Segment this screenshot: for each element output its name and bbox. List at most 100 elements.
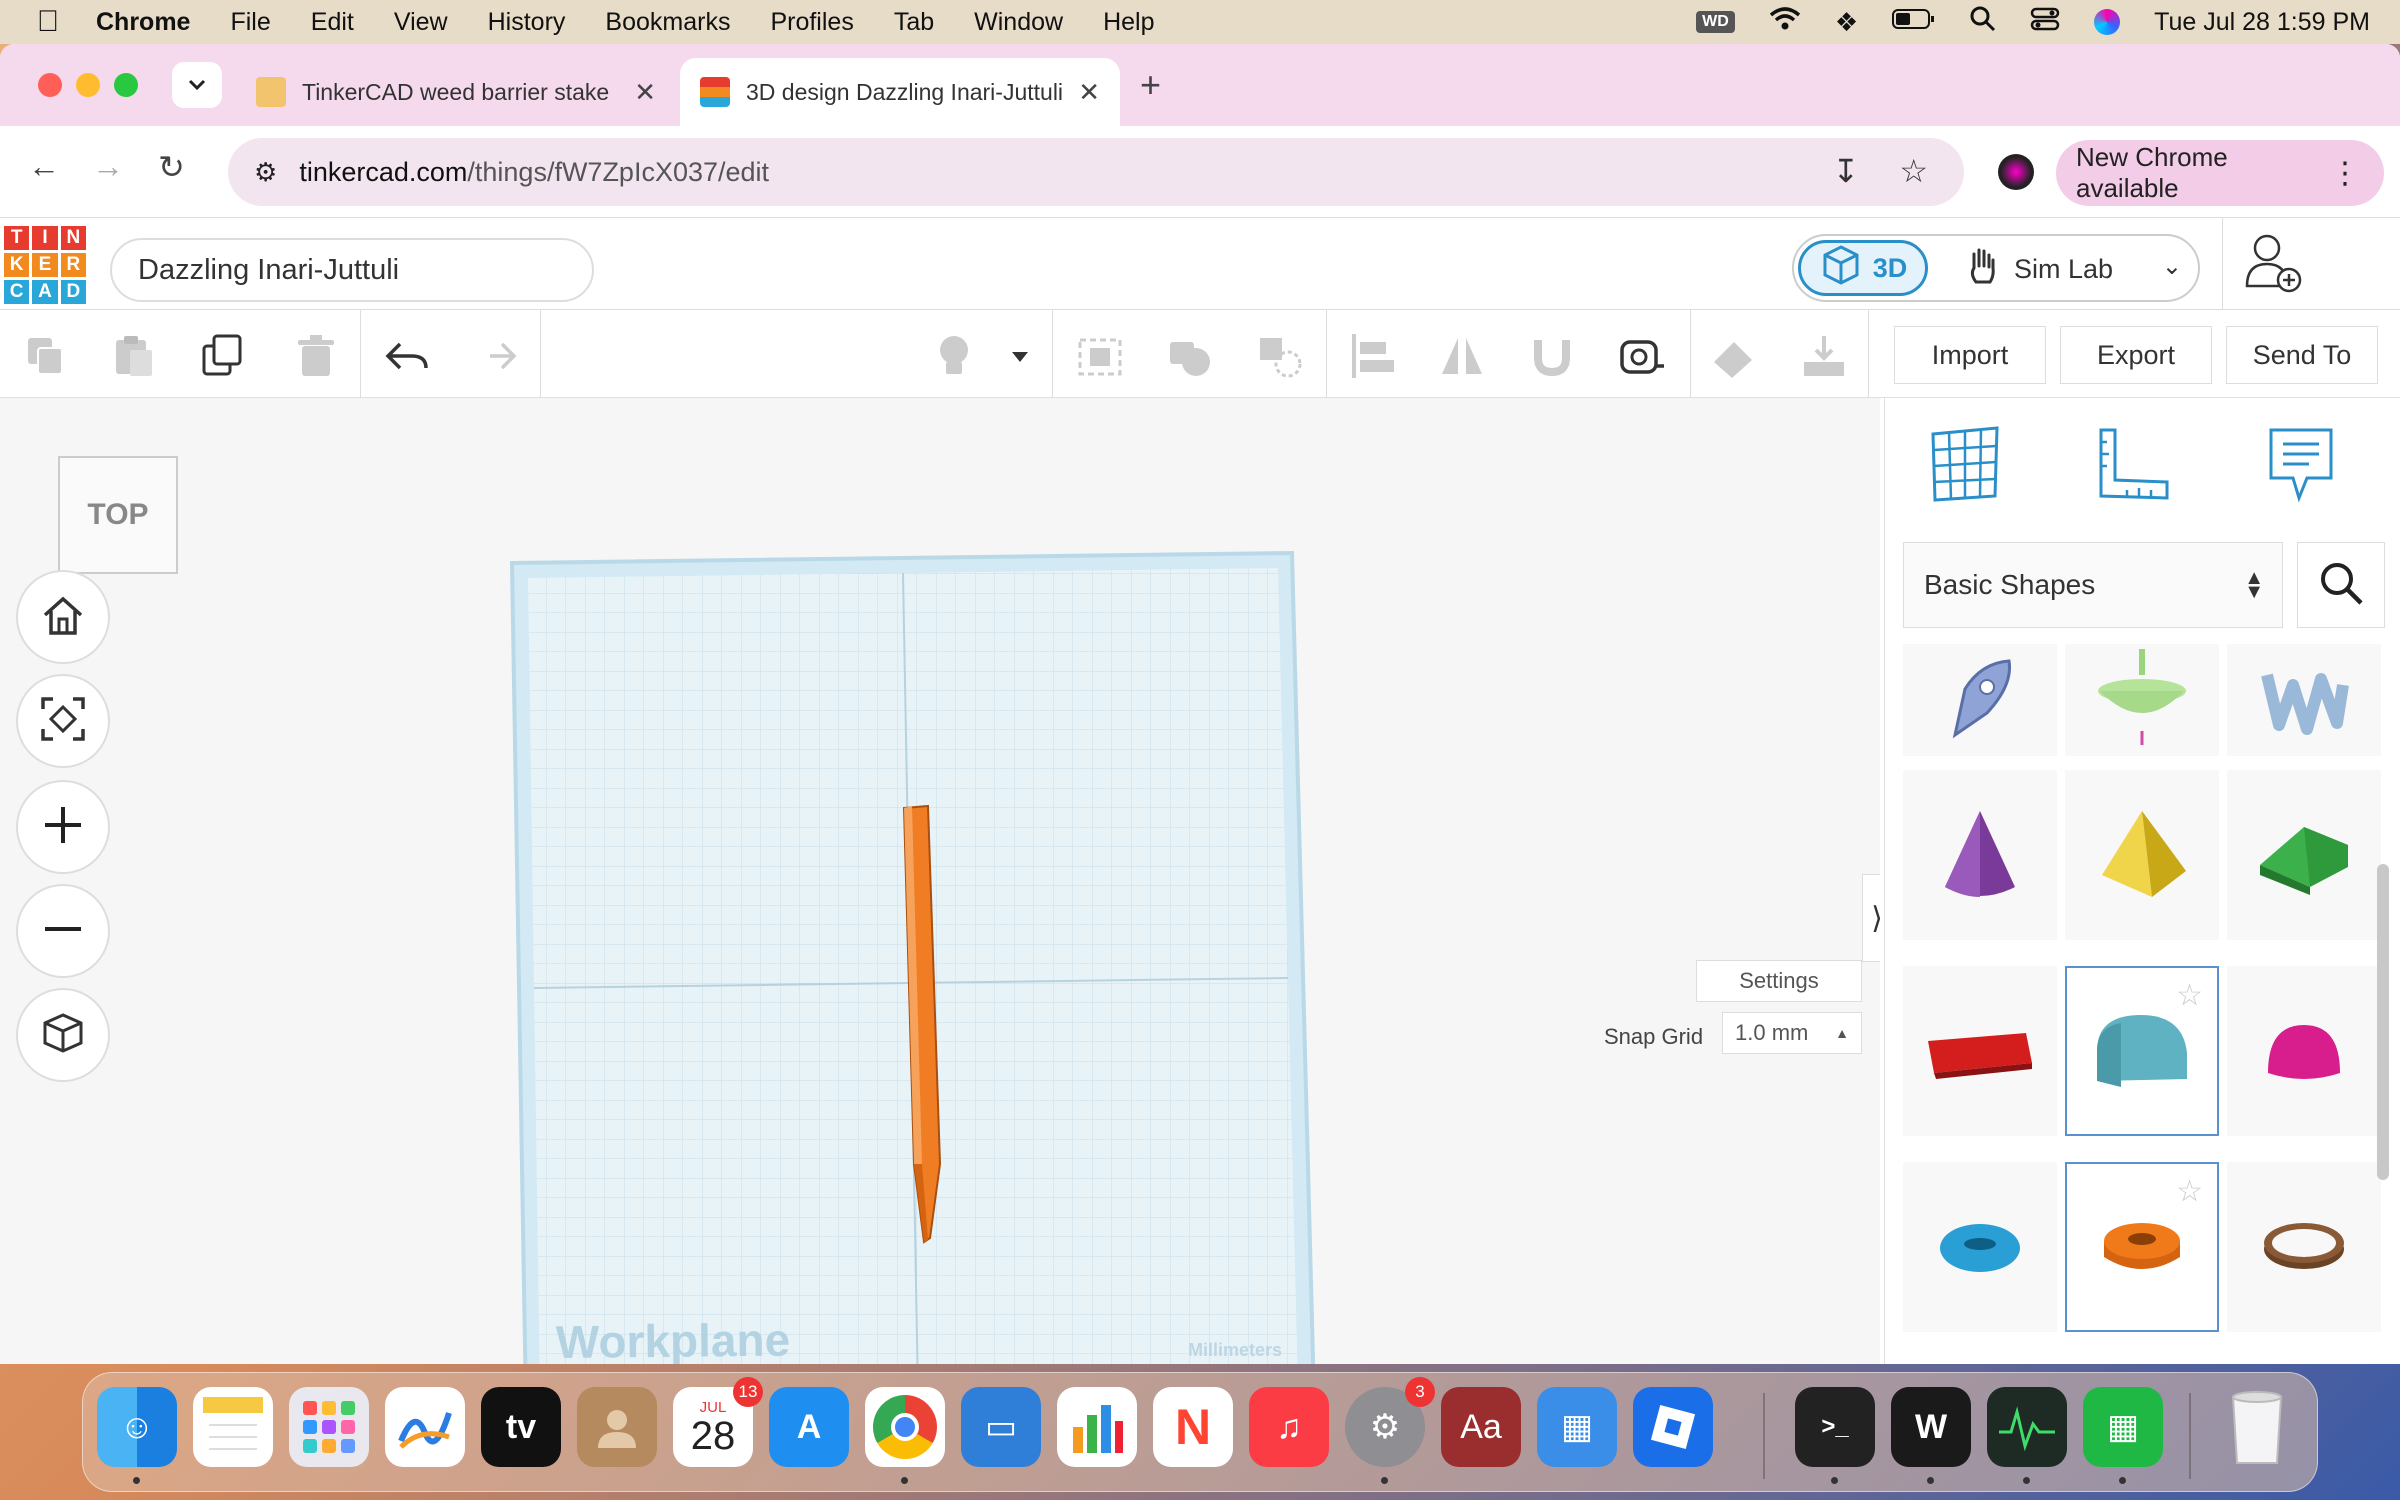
shape-tile-text[interactable] <box>1903 966 2057 1136</box>
app-store-icon[interactable]: A <box>769 1387 849 1467</box>
mirror-icon[interactable] <box>1438 332 1486 380</box>
copy-icon[interactable] <box>22 332 70 380</box>
perspective-toggle-button[interactable] <box>16 988 110 1082</box>
menu-app-name[interactable]: Chrome <box>96 8 190 37</box>
workplane-viewport[interactable]: Workplane Millimeters TOP Settings Snap … <box>0 398 1880 1364</box>
numbers-sheet-icon[interactable]: ▦ <box>2083 1387 2163 1467</box>
ungroup-icon[interactable] <box>1166 332 1214 380</box>
finder-icon[interactable]: ☺ <box>97 1387 177 1467</box>
more-menu-icon[interactable]: ⋮ <box>2330 156 2360 191</box>
dropdown-triangle-icon[interactable] <box>1008 332 1056 380</box>
notes-app-icon[interactable] <box>193 1387 273 1467</box>
menu-window[interactable]: Window <box>974 8 1063 37</box>
align-icon[interactable] <box>1348 332 1396 380</box>
window-close-button[interactable] <box>38 73 62 97</box>
shape-tile-wave-text[interactable] <box>2227 644 2381 756</box>
battery-icon[interactable] <box>1892 8 1936 37</box>
import-button[interactable]: Import <box>1894 326 2046 384</box>
menu-help[interactable]: Help <box>1103 8 1154 37</box>
install-app-icon[interactable]: ↧ <box>1833 152 1860 190</box>
user-profile-button[interactable] <box>2222 218 2322 310</box>
undo-icon[interactable] <box>382 332 430 380</box>
bookmark-star-icon[interactable]: ☆ <box>1899 152 1928 190</box>
shape-tile-half-cylinder[interactable]: ☆ <box>2065 966 2219 1136</box>
collapse-panel-button[interactable]: ⟩ <box>1862 874 1880 962</box>
workplane-canvas[interactable]: Workplane Millimeters <box>0 398 1880 1364</box>
shape-tile-spinning-top[interactable] <box>2065 644 2219 756</box>
tab-weed-barrier[interactable]: TinkerCAD weed barrier stake ✕ <box>236 58 676 126</box>
wifi-icon[interactable] <box>1769 6 1801 39</box>
window-maximize-button[interactable] <box>114 73 138 97</box>
activity-monitor-icon[interactable] <box>1987 1387 2067 1467</box>
back-icon[interactable]: ← <box>28 148 60 185</box>
aws-vpn-icon[interactable]: ▦ <box>1537 1387 1617 1467</box>
redo-icon[interactable] <box>472 332 520 380</box>
contacts-icon[interactable] <box>577 1387 657 1467</box>
wd-drive-icon[interactable]: WD <box>1696 11 1735 33</box>
design-name-field[interactable]: Dazzling Inari-Juttuli <box>110 238 594 302</box>
shape-tile-ring[interactable] <box>2227 1162 2381 1332</box>
trash-icon[interactable] <box>2217 1387 2297 1467</box>
tinkercad-logo[interactable]: T I N K E R C A D <box>4 226 86 304</box>
terminal-icon[interactable]: >_ <box>1795 1387 1875 1467</box>
favorite-star-icon[interactable]: ☆ <box>2176 978 2203 1013</box>
shape-search-button[interactable] <box>2297 542 2385 628</box>
menu-view[interactable]: View <box>394 8 448 37</box>
shape-tile-hemisphere[interactable] <box>2227 966 2381 1136</box>
new-tab-button[interactable]: + <box>1140 64 1161 106</box>
shape-category-select[interactable]: Basic Shapes ▲ ▼ <box>1903 542 2283 628</box>
address-bar[interactable]: ⚙ tinkercad.com /things/fW7ZpIcX037/edit… <box>228 138 1964 206</box>
menu-tab[interactable]: Tab <box>894 8 934 37</box>
menu-bookmarks[interactable]: Bookmarks <box>605 8 730 37</box>
align-hole-icon[interactable] <box>1256 332 1304 380</box>
site-info-icon[interactable]: ⚙ <box>254 157 277 188</box>
roblox-icon[interactable] <box>1633 1387 1713 1467</box>
shape-tile-torus[interactable] <box>1903 1162 2057 1332</box>
numbers-icon[interactable] <box>1057 1387 1137 1467</box>
delete-icon[interactable] <box>292 332 340 380</box>
fit-view-button[interactable] <box>16 674 110 768</box>
lightbulb-icon[interactable] <box>930 332 978 380</box>
control-center-icon[interactable] <box>2030 6 2060 39</box>
apple-menu-icon[interactable]:  <box>0 5 96 39</box>
news-icon[interactable]: N <box>1153 1387 1233 1467</box>
export-button[interactable]: Export <box>2060 326 2212 384</box>
menu-file[interactable]: File <box>230 8 270 37</box>
tab-3d-design[interactable]: 3D design Dazzling Inari-Juttuli ✕ <box>680 58 1120 126</box>
extension-icon[interactable] <box>1998 154 2034 190</box>
ruler-tape-icon[interactable] <box>1618 332 1666 380</box>
menu-history[interactable]: History <box>488 8 566 37</box>
menubar-datetime[interactable]: Tue Jul 28 1:59 PM <box>2154 8 2370 37</box>
note-icon[interactable] <box>1710 332 1758 380</box>
window-minimize-button[interactable] <box>76 73 100 97</box>
zoom-out-button[interactable] <box>16 884 110 978</box>
chrome-icon[interactable] <box>865 1387 945 1467</box>
apple-tv-icon[interactable]: tv <box>481 1387 561 1467</box>
workplane-settings-button[interactable]: Settings <box>1696 960 1862 1002</box>
notes-icon[interactable] <box>2261 424 2341 504</box>
spotlight-search-icon[interactable] <box>1970 6 1996 39</box>
close-tab-icon[interactable]: ✕ <box>1078 77 1100 108</box>
snap-grid-select[interactable]: 1.0 mm ▲ <box>1722 1012 1862 1054</box>
webex-icon[interactable]: W <box>1891 1387 1971 1467</box>
view-cube[interactable]: TOP <box>58 456 178 574</box>
favorite-star-icon[interactable]: ☆ <box>2176 1174 2203 1209</box>
mode-3d-button[interactable]: 3D <box>1798 240 1928 296</box>
group-icon[interactable] <box>1076 332 1124 380</box>
keynote-icon[interactable]: ▭ <box>961 1387 1041 1467</box>
app-status-icon[interactable]: ❖ <box>1835 7 1858 38</box>
zoom-in-button[interactable] <box>16 780 110 874</box>
music-icon[interactable]: ♫ <box>1249 1387 1329 1467</box>
workplane-grid-icon[interactable] <box>1925 424 2005 504</box>
ruler-icon[interactable] <box>2091 424 2171 504</box>
paste-icon[interactable] <box>110 332 158 380</box>
freeform-icon[interactable] <box>385 1387 465 1467</box>
sim-lab-button[interactable]: Sim Lab <box>1964 246 2113 293</box>
send-to-button[interactable]: Send To <box>2226 326 2378 384</box>
dictionary-icon[interactable]: Aa <box>1441 1387 1521 1467</box>
shape-tile-cone[interactable] <box>1903 770 2057 940</box>
launchpad-icon[interactable] <box>289 1387 369 1467</box>
menu-edit[interactable]: Edit <box>311 8 354 37</box>
new-chrome-available-button[interactable]: New Chrome available ⋮ <box>2056 140 2384 206</box>
shape-tile-pyramid[interactable] <box>2065 770 2219 940</box>
